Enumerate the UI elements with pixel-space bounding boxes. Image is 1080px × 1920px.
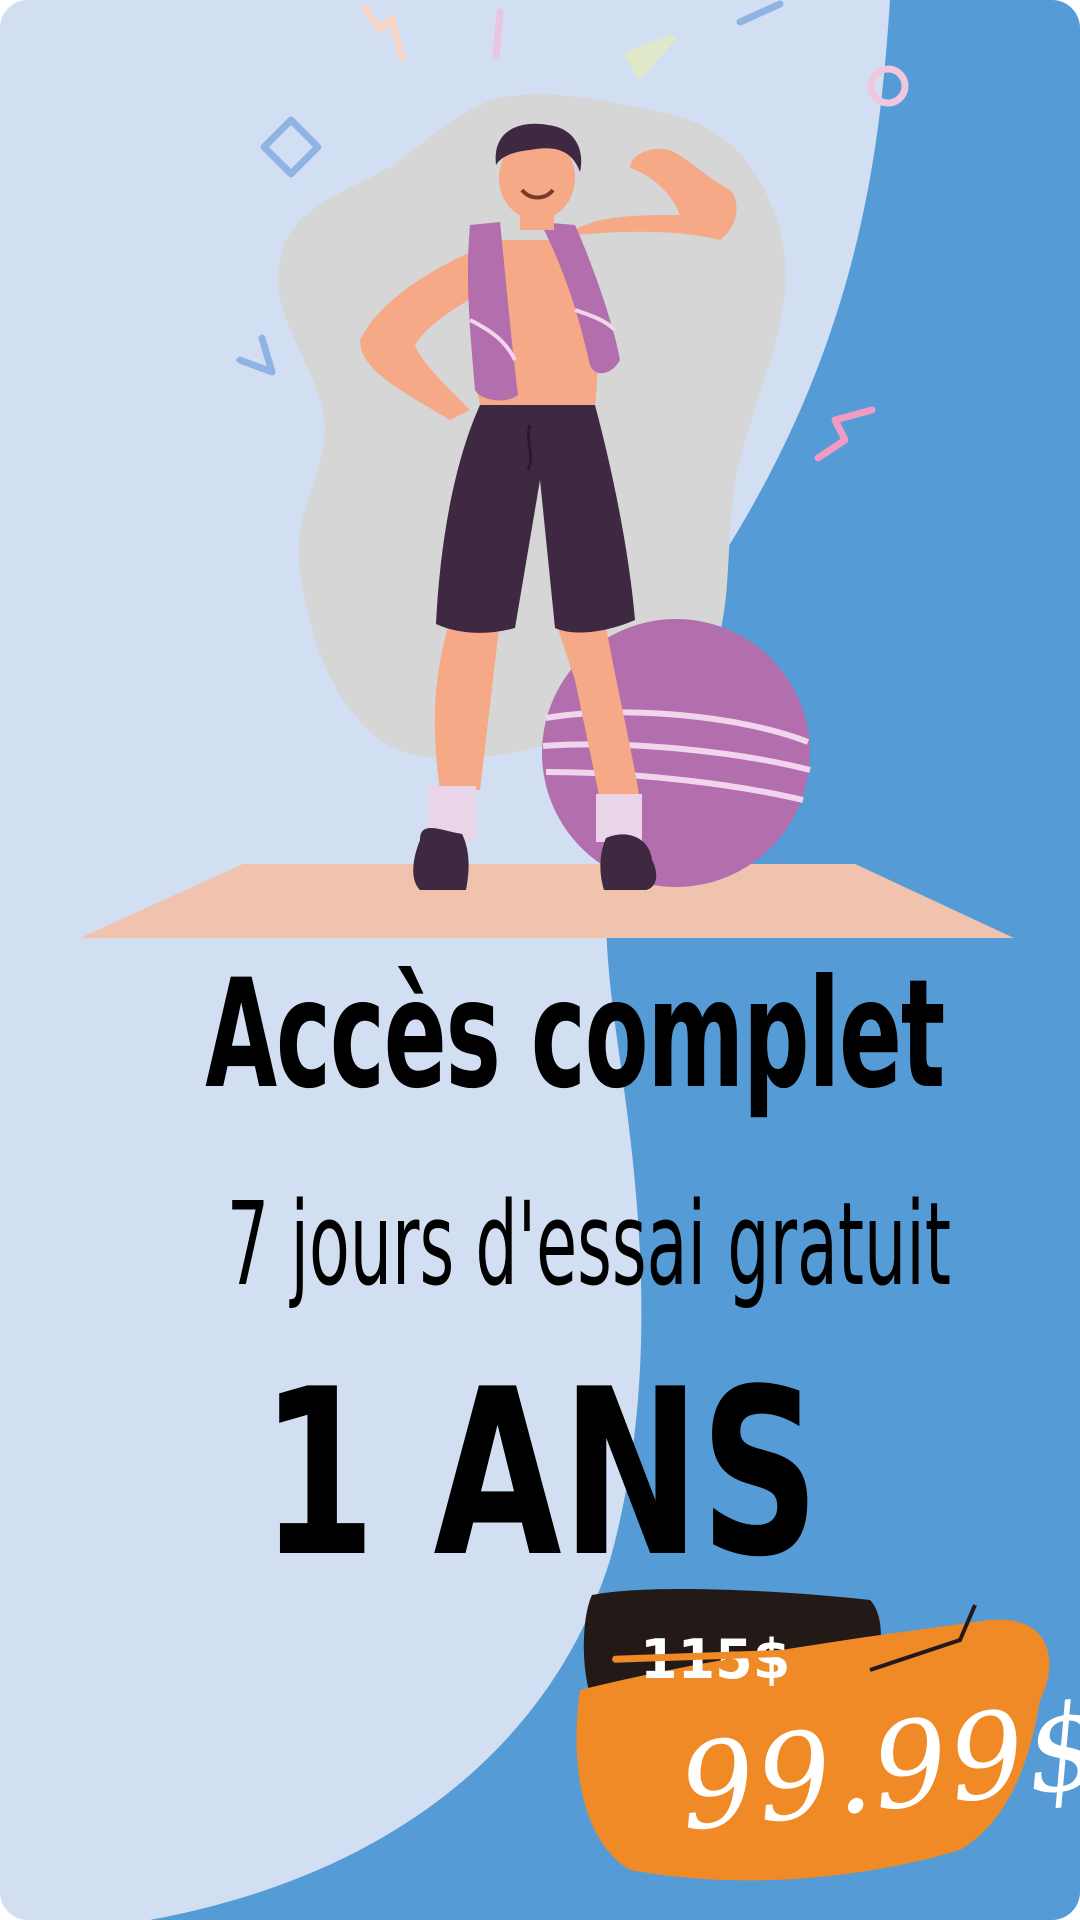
yoga-mat-icon bbox=[80, 864, 1014, 938]
duration-label: 1 ANS bbox=[260, 1341, 820, 1608]
trial-subtitle: 7 jours d'essai gratuit bbox=[226, 1178, 951, 1312]
offer-title: Accès complet bbox=[205, 948, 945, 1122]
offer-card[interactable]: Accès complet 7 jours d'essai gratuit 1 … bbox=[0, 0, 1080, 1920]
